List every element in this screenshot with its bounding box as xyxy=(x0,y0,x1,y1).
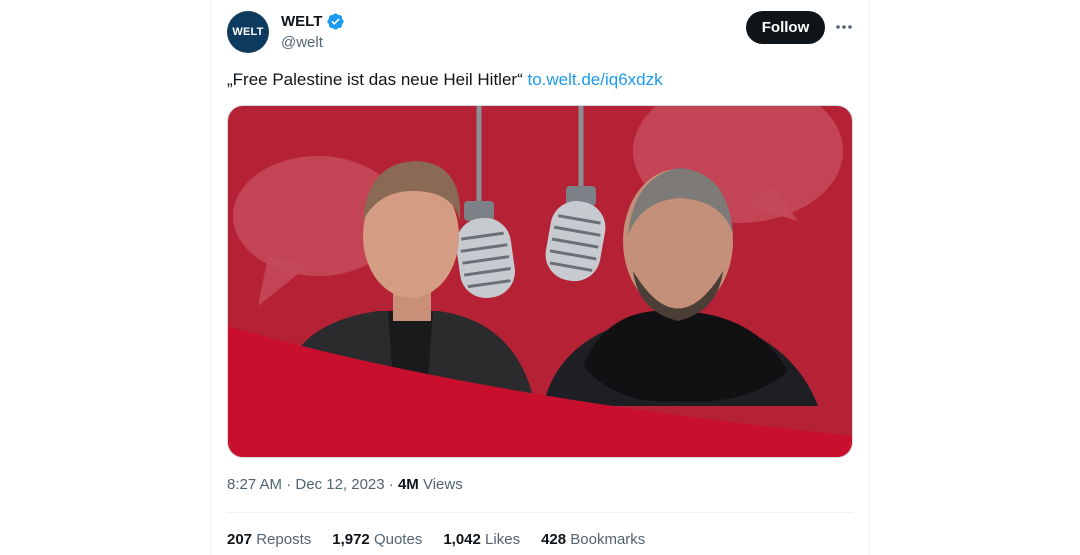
likes-count: 1,042 xyxy=(443,531,481,548)
follow-button[interactable]: Follow xyxy=(746,11,825,44)
meta-separator: · xyxy=(384,476,398,493)
views-label: Views xyxy=(422,476,463,493)
meta-separator: · xyxy=(282,476,296,493)
author-name-row: WELT xyxy=(281,12,345,31)
reposts-count: 207 xyxy=(227,531,253,548)
engagement-stats: 207 Reposts 1,972 Quotes 1,042 Likes 428… xyxy=(227,531,645,548)
divider xyxy=(227,512,853,513)
tweet-body: „Free Palestine ist das neue Heil Hitler… xyxy=(227,70,523,89)
bookmarks-count: 428 xyxy=(541,531,567,548)
bookmarks-stat[interactable]: 428 Bookmarks xyxy=(541,531,645,548)
tweet-metadata: 8:27 AM · Dec 12, 2023 · 4M Views xyxy=(227,476,463,493)
verified-badge-icon xyxy=(326,12,345,31)
tweet-text: „Free Palestine ist das neue Heil Hitler… xyxy=(227,70,663,90)
author-display-name[interactable]: WELT xyxy=(281,13,322,30)
reposts-stat[interactable]: 207 Reposts xyxy=(227,531,311,548)
quotes-label: Quotes xyxy=(373,531,423,548)
quotes-stat[interactable]: 1,972 Quotes xyxy=(332,531,422,548)
views-count: 4M xyxy=(397,476,419,493)
quotes-count: 1,972 xyxy=(332,531,370,548)
author-handle[interactable]: @welt xyxy=(281,34,323,51)
likes-stat[interactable]: 1,042 Likes xyxy=(443,531,520,548)
avatar-logo-text: WELT xyxy=(232,26,264,38)
tweet-media-image[interactable] xyxy=(227,105,853,458)
reposts-label: Reposts xyxy=(256,531,312,548)
likes-label: Likes xyxy=(485,531,521,548)
tweet-time[interactable]: 8:27 AM xyxy=(227,476,282,493)
tweet-link[interactable]: to.welt.de/iq6xdzk xyxy=(527,70,662,89)
avatar[interactable]: WELT xyxy=(227,11,269,53)
more-options-icon[interactable] xyxy=(830,16,858,38)
tweet-date[interactable]: Dec 12, 2023 xyxy=(295,476,384,493)
bookmarks-label: Bookmarks xyxy=(570,531,646,548)
